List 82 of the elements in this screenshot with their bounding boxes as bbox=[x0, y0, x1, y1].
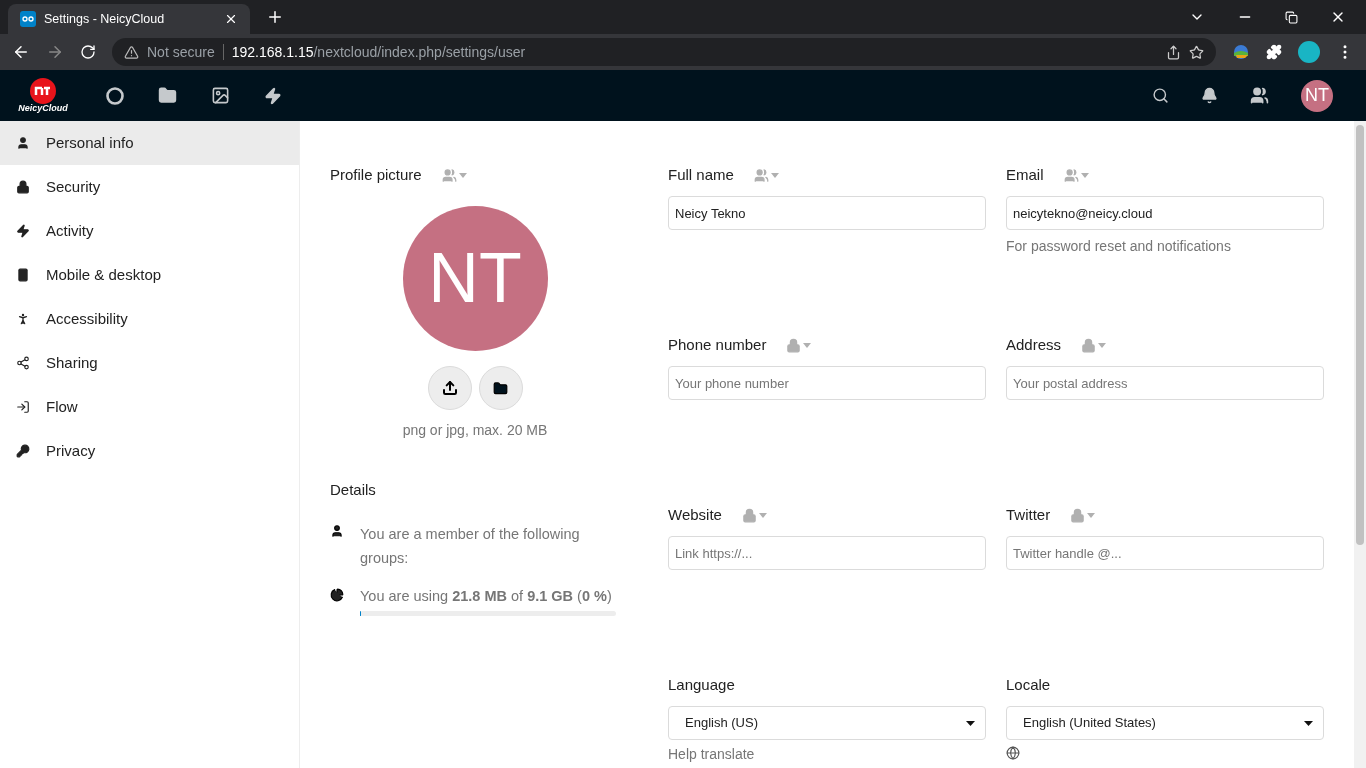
field-label: Website bbox=[668, 504, 722, 525]
image-icon[interactable] bbox=[211, 86, 230, 105]
upload-hint: png or jpg, max. 20 MB bbox=[402, 421, 548, 440]
field-label: Twitter bbox=[1006, 504, 1051, 525]
caret-icon bbox=[458, 172, 467, 178]
bookmark-star-icon[interactable] bbox=[1189, 44, 1204, 60]
accessibility-icon bbox=[16, 312, 30, 326]
caret-icon bbox=[1087, 512, 1096, 518]
contacts-icon bbox=[1063, 167, 1079, 183]
sidebar-item[interactable]: Accessibility bbox=[0, 297, 299, 341]
notifications-icon[interactable] bbox=[1201, 87, 1218, 104]
person-icon bbox=[16, 136, 30, 150]
key-icon bbox=[16, 444, 30, 458]
caret-icon bbox=[758, 512, 767, 518]
caret-icon bbox=[803, 342, 812, 348]
text-field[interactable]: Your postal address bbox=[1006, 366, 1324, 400]
forward-icon[interactable] bbox=[46, 43, 64, 61]
share-icon[interactable] bbox=[1166, 44, 1181, 60]
contacts-icon[interactable] bbox=[1250, 86, 1269, 105]
share-icon bbox=[16, 356, 30, 370]
quota-icon bbox=[330, 587, 344, 602]
field-label: Address bbox=[1006, 334, 1062, 355]
cloud-logo-icon bbox=[20, 11, 36, 27]
browser-tab[interactable]: Settings - NeicyCloud bbox=[8, 4, 250, 34]
folder-icon bbox=[493, 380, 508, 396]
url-text: 192.168.1.15/nextcloud/index.php/settings/user bbox=[231, 42, 526, 62]
phone-icon bbox=[16, 268, 30, 282]
sidebar-item[interactable]: Mobile & desktop bbox=[0, 253, 299, 297]
caret-icon bbox=[770, 172, 779, 178]
dropdown-field[interactable]: English (United States) bbox=[1006, 706, 1324, 740]
dashboard-icon[interactable] bbox=[106, 86, 124, 105]
sidebar-item[interactable]: Personal info bbox=[0, 121, 299, 165]
help-translate-link[interactable]: Help translate bbox=[668, 744, 755, 765]
logo-icon bbox=[30, 78, 56, 104]
field-label: Locale bbox=[1006, 674, 1051, 695]
flow-icon bbox=[16, 400, 30, 414]
section-title: Details bbox=[330, 480, 377, 500]
caret-icon bbox=[1080, 172, 1089, 178]
text-field[interactable]: neicytekno@neicy.cloud bbox=[1006, 196, 1324, 230]
sidebar-item[interactable]: Security bbox=[0, 165, 299, 209]
extension-globe-icon[interactable] bbox=[1232, 43, 1250, 61]
contacts-icon bbox=[753, 167, 769, 183]
logo[interactable]: NeicyCloud bbox=[20, 78, 66, 113]
text-field[interactable]: Twitter handle @... bbox=[1006, 536, 1324, 570]
sidebar-item[interactable]: Privacy bbox=[0, 429, 299, 473]
address-bar[interactable]: Not secure 192.168.1.15/nextcloud/index.php/settings/user bbox=[112, 38, 1216, 66]
warning-icon bbox=[124, 44, 139, 60]
text-field[interactable]: Link https://... bbox=[668, 536, 986, 570]
choose-from-files-button[interactable] bbox=[478, 366, 523, 410]
field-hint: For password reset and notifications bbox=[1006, 237, 1232, 256]
contacts-icon bbox=[441, 167, 457, 183]
sidebar-item[interactable]: Sharing bbox=[0, 341, 299, 385]
lightning-icon[interactable] bbox=[264, 86, 282, 105]
caret-icon bbox=[1098, 342, 1107, 348]
restore-icon[interactable] bbox=[1285, 10, 1298, 24]
field-label: Language bbox=[668, 674, 735, 695]
folder-icon[interactable] bbox=[158, 86, 177, 105]
quota-text: You are using 21.8 MB of 9.1 GB (0 %) bbox=[360, 586, 613, 606]
text-field[interactable]: Neicy Tekno bbox=[668, 196, 986, 230]
security-label: Not secure bbox=[147, 42, 215, 62]
caret-icon bbox=[966, 720, 975, 726]
person-icon bbox=[330, 523, 344, 538]
groups-text: You are a member of the following groups: bbox=[360, 524, 581, 568]
close-icon[interactable] bbox=[224, 12, 238, 26]
profile-avatar: NT bbox=[402, 206, 548, 351]
field-label: Email bbox=[1006, 164, 1044, 185]
lightning-icon bbox=[16, 224, 30, 238]
upload-icon bbox=[441, 380, 458, 396]
reload-icon[interactable] bbox=[80, 44, 96, 60]
caret-icon bbox=[1304, 720, 1313, 726]
field-label: Full name bbox=[668, 164, 734, 185]
sidebar-item[interactable]: Flow bbox=[0, 385, 299, 429]
dropdown-field[interactable]: English (US) bbox=[668, 706, 986, 740]
new-tab-icon[interactable] bbox=[266, 8, 284, 26]
sidebar-item[interactable]: Activity bbox=[0, 209, 299, 253]
section-title: Profile picture bbox=[330, 164, 422, 185]
field-label: Phone number bbox=[668, 334, 767, 355]
profile-icon[interactable] bbox=[1298, 41, 1320, 63]
text-field[interactable]: Your phone number bbox=[668, 366, 986, 400]
upload-button[interactable] bbox=[427, 366, 472, 410]
back-icon[interactable] bbox=[12, 43, 30, 61]
search-icon[interactable] bbox=[1152, 87, 1169, 104]
